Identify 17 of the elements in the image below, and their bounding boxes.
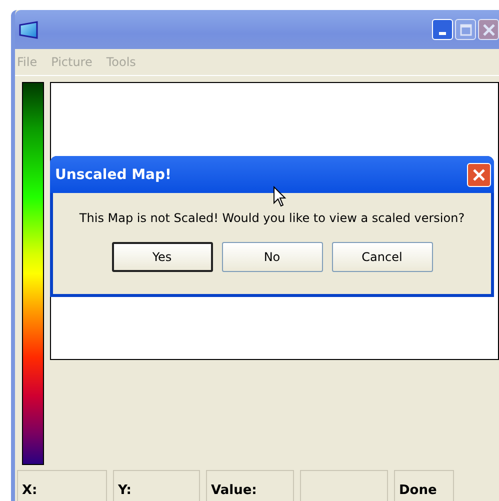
status-text: Value:: [211, 483, 257, 498]
app-icon: [19, 20, 39, 38]
minimize-icon: [439, 32, 446, 35]
status-text: X:: [22, 483, 38, 498]
maximize-icon: [460, 24, 472, 36]
close-icon: [482, 22, 496, 36]
dialog-button[interactable]: Cancel: [332, 242, 432, 272]
mouse-pointer-icon: [273, 186, 287, 208]
close-icon: [472, 168, 486, 182]
dialog-button[interactable]: No: [222, 242, 322, 272]
close-button[interactable]: [467, 162, 491, 186]
status-text: Y:: [118, 483, 132, 498]
minimize-button[interactable]: [432, 19, 453, 40]
dialog-button[interactable]: Yes: [112, 242, 212, 272]
dialog-title: Unscaled Map!: [55, 166, 172, 182]
dialog-message: This Map is not Scaled! Would you like to view a scaled version?: [79, 211, 465, 225]
status-text: Done: [399, 483, 437, 498]
